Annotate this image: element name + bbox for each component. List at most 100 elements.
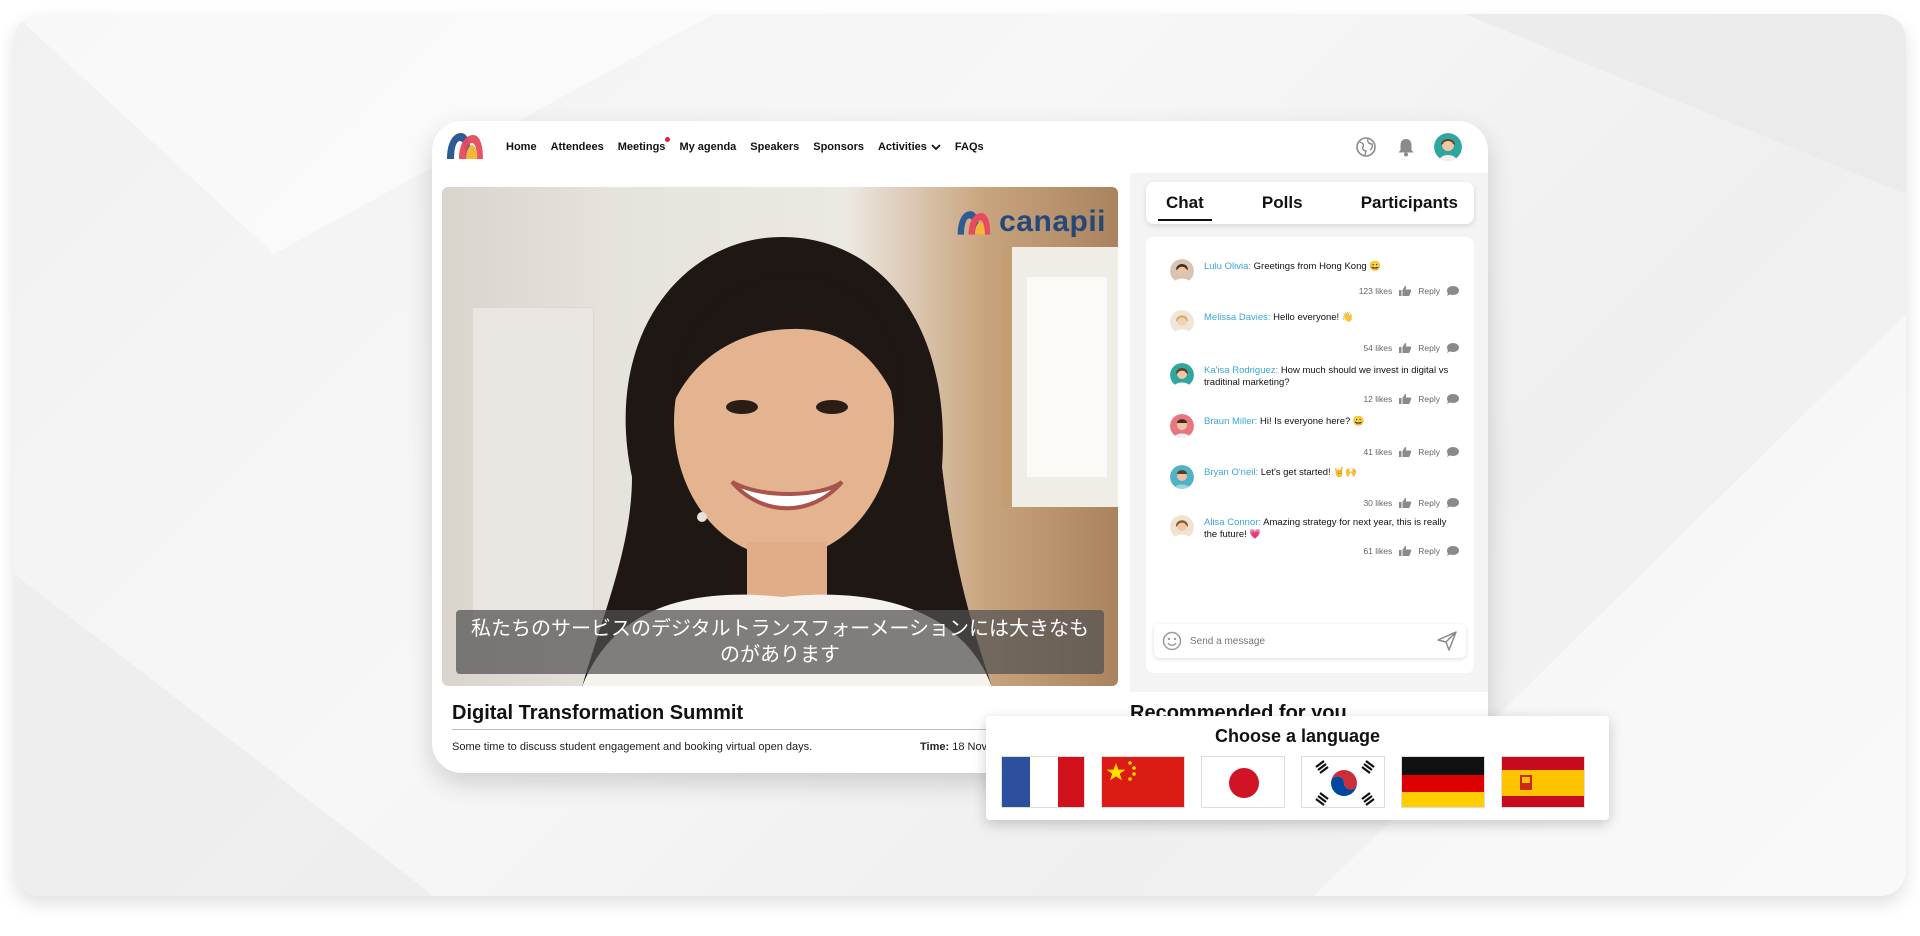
chat-message-meta: 12 likes Reply [1170,393,1460,405]
reply-link[interactable]: Reply [1418,394,1440,404]
south-korea-flag[interactable] [1301,756,1385,808]
nav-menu: Home Attendees Meetings My agenda Speake… [506,121,998,173]
china-flag[interactable] [1101,756,1185,808]
top-navigation: Home Attendees Meetings My agenda Speake… [432,121,1488,173]
nav-faqs[interactable]: FAQs [955,141,984,153]
event-time-label: Time: [920,741,950,753]
avatar [1170,414,1194,438]
send-icon[interactable] [1436,630,1458,652]
event-description: Some time to discuss student engagement … [452,741,813,753]
reply-link[interactable]: Reply [1418,286,1440,296]
video-brand-text: canapii [999,205,1106,238]
comment-icon[interactable] [1446,285,1460,297]
thumbs-up-icon[interactable] [1398,446,1412,458]
thumbs-up-icon[interactable] [1398,497,1412,509]
chat-message: Lulu Olivia: Greetings from Hong Kong 😀 … [1170,259,1460,297]
chat-body: Let's get started! 🤘🙌 [1260,467,1357,478]
nav-meetings[interactable]: Meetings [617,137,671,153]
thumbs-up-icon[interactable] [1398,285,1412,297]
like-count: 30 likes [1363,498,1393,508]
like-count: 12 likes [1363,394,1393,404]
video-caption: 私たちのサービスのデジタルトランスフォーメーションには大きなものがあります [456,610,1104,674]
comment-icon[interactable] [1446,545,1460,557]
reply-link[interactable]: Reply [1418,498,1440,508]
france-flag[interactable] [1001,756,1085,808]
chat-message-meta: 41 likes Reply [1170,446,1460,458]
language-flags [1001,756,1585,808]
chat-author[interactable]: Melissa Davies: [1204,312,1271,323]
language-button[interactable] [1354,135,1378,159]
language-chooser: Choose a language [986,716,1609,820]
video-player[interactable]: canapii 私たちのサービスのデジタルトランスフォーメーションには大きなもの… [442,187,1118,686]
chat-message-meta: 61 likes Reply [1170,545,1460,557]
chat-body: Greetings from Hong Kong 😀 [1253,261,1382,272]
comment-icon[interactable] [1446,393,1460,405]
video-brand-watermark: canapii [955,205,1106,239]
emoji-icon[interactable] [1162,631,1182,651]
event-app-window: Home Attendees Meetings My agenda Speake… [432,121,1488,773]
avatar [1170,465,1194,489]
chat-message: Ka'isa Rodriguez: How much should we inv… [1170,363,1460,405]
nav-my-agenda[interactable]: My agenda [679,141,736,153]
message-composer [1154,624,1466,658]
chat-author[interactable]: Ka'isa Rodriguez: [1204,365,1278,376]
chat-body: Hello everyone! 👋 [1273,312,1354,323]
comment-icon[interactable] [1446,342,1460,354]
chat-message-text: Ka'isa Rodriguez: How much should we inv… [1204,363,1460,389]
tab-participants[interactable]: Participants [1359,191,1460,215]
germany-flag[interactable] [1401,756,1485,808]
nav-activities-label: Activities [877,141,927,153]
message-input[interactable] [1188,634,1436,648]
chat-message: Braun Miller: Hi! Is everyone here? 😀 41… [1170,414,1460,458]
comment-icon[interactable] [1446,497,1460,509]
avatar [1170,310,1194,334]
chat-author[interactable]: Bryan O'neil: [1204,467,1258,478]
comment-icon[interactable] [1446,446,1460,458]
chat-body: Hi! Is everyone here? 😀 [1259,416,1365,427]
nav-actions [1354,133,1462,161]
language-chooser-title: Choose a language [1214,726,1381,746]
chat-message-text: Melissa Davies: Hello everyone! 👋 [1204,310,1354,324]
thumbs-up-icon[interactable] [1398,393,1412,405]
chat-message-text: Alisa Connor: Amazing strategy for next … [1204,515,1460,541]
reply-link[interactable]: Reply [1418,546,1440,556]
nav-meetings-label: Meetings [617,141,666,153]
chevron-down-icon [931,144,941,151]
event-title: Digital Transformation Summit [452,702,744,724]
reply-link[interactable]: Reply [1418,447,1440,457]
chat-author[interactable]: Lulu Olivia: [1204,261,1251,272]
event-time: Time: 18 Nov [920,741,987,753]
notifications-button[interactable] [1394,135,1418,159]
tab-polls[interactable]: Polls [1260,191,1305,215]
nav-home[interactable]: Home [506,141,537,153]
chat-message: Melissa Davies: Hello everyone! 👋 54 lik… [1170,310,1460,354]
like-count: 61 likes [1363,546,1393,556]
globe-icon [1356,137,1376,157]
canapii-mark-icon [957,211,991,235]
nav-attendees[interactable]: Attendees [551,141,604,153]
thumbs-up-icon[interactable] [1398,342,1412,354]
tab-chat[interactable]: Chat [1158,191,1212,221]
nav-speakers[interactable]: Speakers [750,141,799,153]
chat-author[interactable]: Braun Miller: [1204,416,1257,427]
chat-message: Alisa Connor: Amazing strategy for next … [1170,515,1460,557]
chat-message-text: Braun Miller: Hi! Is everyone here? 😀 [1204,414,1365,428]
nav-sponsors[interactable]: Sponsors [813,141,864,153]
thumbs-up-icon[interactable] [1398,545,1412,557]
chat-author[interactable]: Alisa Connor: [1204,517,1261,528]
reply-link[interactable]: Reply [1418,343,1440,353]
bell-icon [1398,139,1414,157]
user-avatar[interactable] [1434,133,1462,161]
notification-dot [665,137,671,142]
spain-flag[interactable] [1501,756,1585,808]
chat-message-meta: 54 likes Reply [1170,342,1460,354]
canapii-logo[interactable] [444,129,486,161]
chat-message-text: Lulu Olivia: Greetings from Hong Kong 😀 [1204,259,1381,273]
nav-activities[interactable]: Activities [878,141,941,153]
like-count: 123 likes [1358,286,1393,296]
like-count: 41 likes [1363,447,1393,457]
avatar [1170,363,1194,387]
japan-flag[interactable] [1201,756,1285,808]
panel-tabs: Chat Polls Participants [1146,182,1474,224]
chat-message-meta: 30 likes Reply [1170,497,1460,509]
